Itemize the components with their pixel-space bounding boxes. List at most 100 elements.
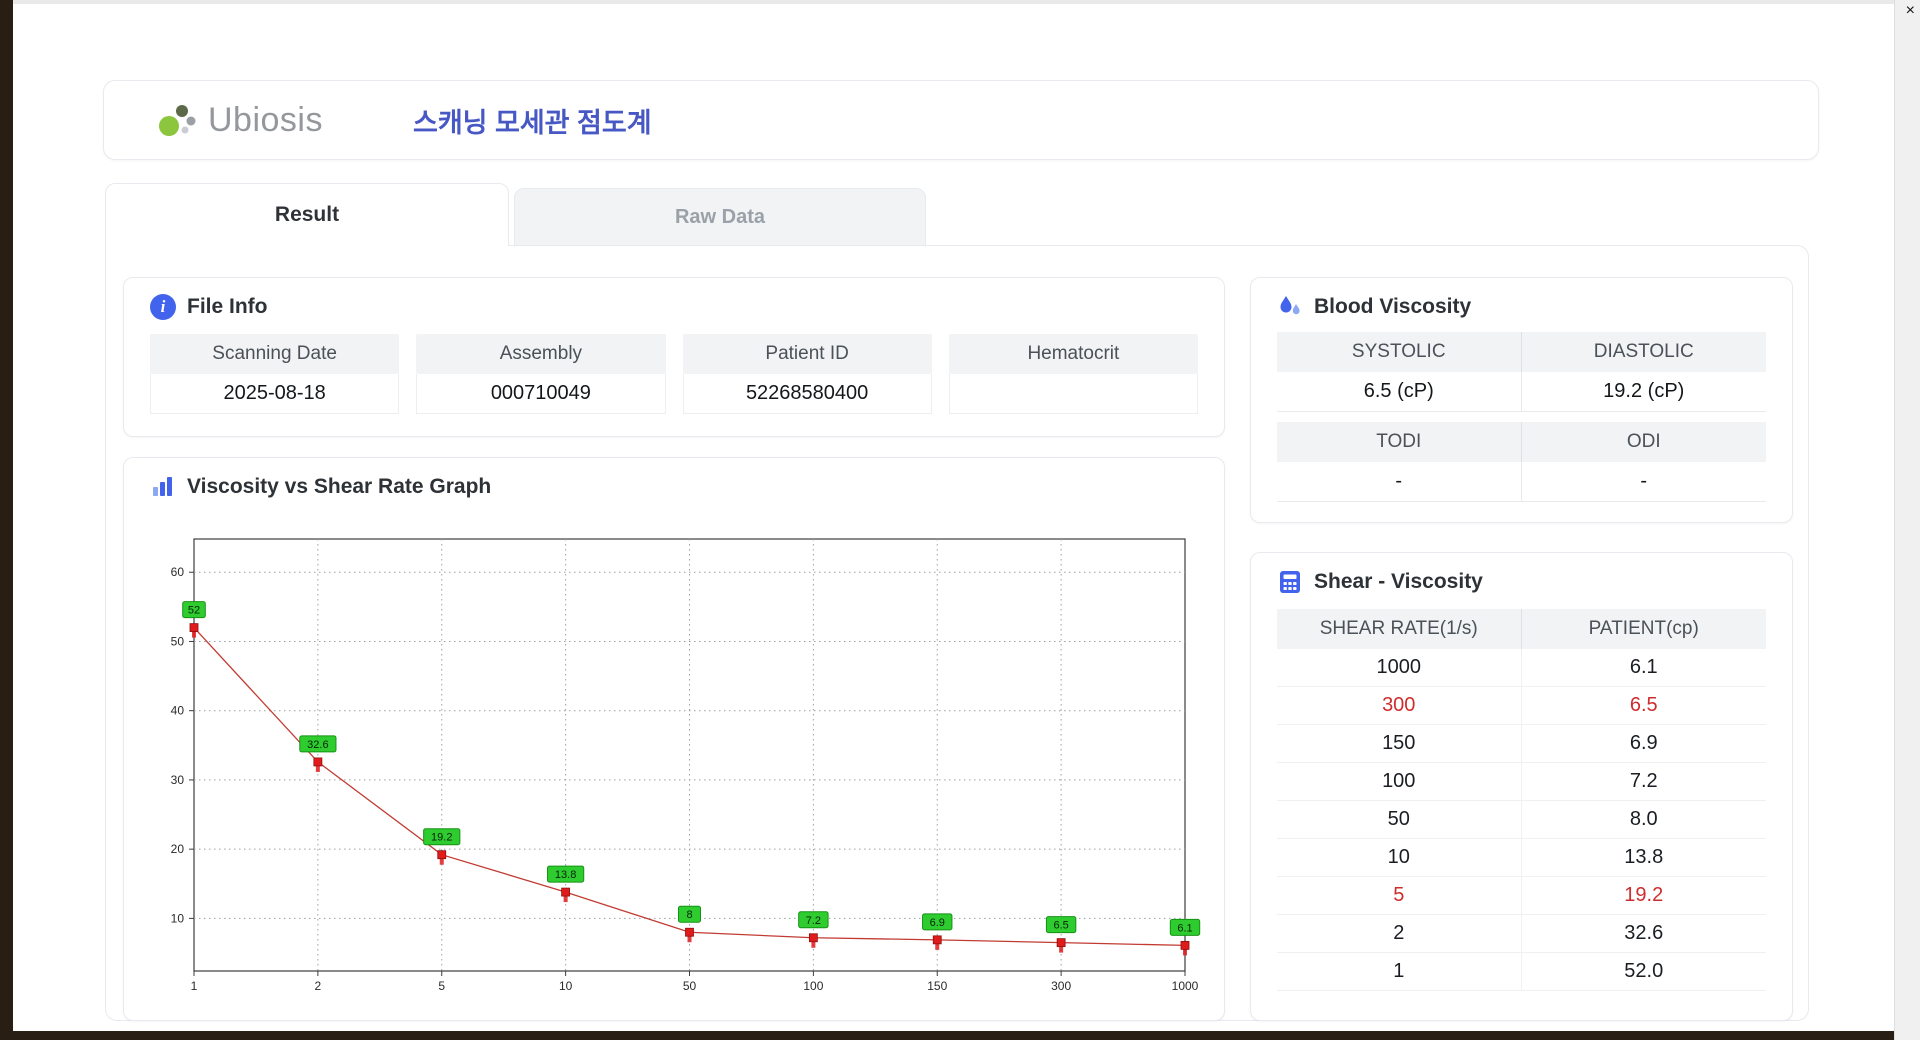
app-header: Ubiosis 스캐닝 모세관 점도계 bbox=[103, 80, 1819, 160]
file-info-fields: Scanning Date 2025-08-18 Assembly 000710… bbox=[150, 334, 1198, 414]
tab-result[interactable]: Result bbox=[105, 183, 509, 246]
page-title: 스캐닝 모세관 점도계 bbox=[412, 107, 652, 138]
tab-raw-data[interactable]: Raw Data bbox=[514, 188, 926, 245]
shear-viscosity-title-row: Shear - Viscosity bbox=[1251, 553, 1792, 603]
bv-value-todi: - bbox=[1277, 462, 1522, 501]
field-label: Assembly bbox=[416, 334, 666, 374]
bv-label-systolic: SYSTOLIC bbox=[1277, 332, 1522, 372]
svg-text:52: 52 bbox=[188, 605, 200, 617]
bv-label-diastolic: DIASTOLIC bbox=[1593, 341, 1694, 362]
svg-text:6.9: 6.9 bbox=[930, 917, 945, 929]
svg-text:50: 50 bbox=[171, 634, 185, 648]
cell-patient: 6.9 bbox=[1629, 732, 1658, 754]
shear-viscosity-title: Shear - Viscosity bbox=[1314, 570, 1483, 593]
cell-patient: 13.8 bbox=[1624, 846, 1664, 868]
cell-shear: 50 bbox=[1277, 801, 1522, 838]
cell-shear: 100 bbox=[1277, 763, 1522, 800]
blood-viscosity-title-row: Blood Viscosity bbox=[1251, 278, 1792, 328]
graph-title-row: Viscosity vs Shear Rate Graph bbox=[124, 458, 1224, 508]
window-edge-bottom bbox=[0, 1031, 1920, 1040]
svg-text:10: 10 bbox=[559, 979, 573, 993]
svg-text:32.6: 32.6 bbox=[307, 739, 328, 751]
shear-viscosity-table: SHEAR RATE(1/s) PATIENT(cp) 1000 6.1 300… bbox=[1277, 609, 1766, 991]
window-edge-left bbox=[0, 0, 13, 1040]
cell-shear: 1000 bbox=[1277, 649, 1522, 686]
cell-patient: 8.0 bbox=[1629, 808, 1658, 830]
table-row-highlighted: 5 19.2 bbox=[1277, 877, 1766, 915]
file-info-title: File Info bbox=[187, 295, 268, 318]
cell-shear: 150 bbox=[1277, 725, 1522, 762]
column-header-shear-rate: SHEAR RATE(1/s) bbox=[1277, 609, 1522, 649]
calculator-icon bbox=[1277, 569, 1303, 595]
field-label: Hematocrit bbox=[948, 334, 1198, 374]
field-scanning-date: Scanning Date 2025-08-18 bbox=[150, 334, 400, 414]
info-icon: i bbox=[150, 294, 176, 320]
field-label: Scanning Date bbox=[150, 334, 400, 374]
table-row: 10 13.8 bbox=[1277, 839, 1766, 877]
field-patient-id: Patient ID 52268580400 bbox=[682, 334, 932, 414]
table-row: 150 6.9 bbox=[1277, 725, 1766, 763]
cell-patient: 19.2 bbox=[1624, 884, 1664, 906]
tab-result-label: Result bbox=[274, 203, 340, 226]
cell-patient: 6.5 bbox=[1629, 694, 1658, 716]
brand-name: Ubiosis bbox=[208, 100, 323, 139]
table-header-row: SHEAR RATE(1/s) PATIENT(cp) bbox=[1277, 609, 1766, 649]
field-value: 2025-08-18 bbox=[150, 374, 400, 414]
svg-text:30: 30 bbox=[171, 773, 185, 787]
svg-text:10: 10 bbox=[171, 911, 185, 925]
bv-value-row: - - bbox=[1277, 462, 1766, 502]
svg-text:7.2: 7.2 bbox=[806, 915, 821, 927]
bv-header-row: SYSTOLIC DIASTOLIC bbox=[1277, 332, 1766, 372]
bv-value-row: 6.5 (cP) 19.2 (cP) bbox=[1277, 372, 1766, 412]
blood-viscosity-grid: SYSTOLIC DIASTOLIC 6.5 (cP) 19.2 (cP) TO… bbox=[1277, 332, 1766, 502]
field-value: 52268580400 bbox=[682, 374, 932, 414]
svg-text:60: 60 bbox=[171, 565, 185, 579]
table-row: 50 8.0 bbox=[1277, 801, 1766, 839]
viscosity-chart: 10 20 30 40 50 60 1 2 5 10 50 100 150 300 1000 52 32.6 19… bbox=[171, 538, 1201, 993]
bv-value-odi: - bbox=[1640, 470, 1648, 492]
logo-dots-icon bbox=[156, 98, 200, 142]
svg-text:20: 20 bbox=[171, 842, 185, 856]
table-row: 1 52.0 bbox=[1277, 953, 1766, 991]
table-row: 1000 6.1 bbox=[1277, 649, 1766, 687]
cell-shear: 300 bbox=[1277, 687, 1522, 724]
field-value bbox=[948, 374, 1198, 414]
file-info-title-row: i File Info bbox=[124, 278, 1224, 328]
close-button[interactable]: × bbox=[1906, 3, 1915, 19]
cell-shear: 5 bbox=[1277, 877, 1522, 914]
graph-card: Viscosity vs Shear Rate Graph 10 20 30 40 50… bbox=[123, 457, 1225, 1021]
bv-value-diastolic: 19.2 (cP) bbox=[1603, 380, 1685, 402]
svg-text:6.5: 6.5 bbox=[1053, 920, 1068, 932]
ubiosis-logo: Ubiosis bbox=[156, 98, 323, 142]
svg-text:2: 2 bbox=[315, 979, 322, 993]
table-row-highlighted: 300 6.5 bbox=[1277, 687, 1766, 725]
svg-text:19.2: 19.2 bbox=[431, 832, 452, 844]
blood-viscosity-card: Blood Viscosity SYSTOLIC DIASTOLIC 6.5 (… bbox=[1250, 277, 1793, 523]
column-header-patient: PATIENT(cp) bbox=[1588, 618, 1699, 639]
content-panel: i File Info Scanning Date 2025-08-18 Ass… bbox=[105, 245, 1809, 1021]
svg-text:40: 40 bbox=[171, 704, 185, 718]
svg-text:50: 50 bbox=[683, 979, 697, 993]
tab-raw-data-label: Raw Data bbox=[674, 205, 766, 228]
droplets-icon bbox=[1277, 294, 1303, 320]
graph-title: Viscosity vs Shear Rate Graph bbox=[187, 475, 492, 498]
bv-value-systolic: 6.5 (cP) bbox=[1277, 372, 1522, 411]
svg-text:300: 300 bbox=[1051, 979, 1071, 993]
field-value: 000710049 bbox=[416, 374, 666, 414]
cell-shear: 1 bbox=[1277, 953, 1522, 990]
svg-text:1: 1 bbox=[191, 979, 198, 993]
field-hematocrit: Hematocrit bbox=[948, 334, 1198, 414]
bv-label-todi: TODI bbox=[1277, 422, 1522, 462]
svg-text:8: 8 bbox=[686, 909, 692, 921]
svg-text:100: 100 bbox=[803, 979, 823, 993]
bar-chart-icon bbox=[150, 474, 176, 500]
svg-text:13.8: 13.8 bbox=[555, 869, 576, 881]
svg-text:6.1: 6.1 bbox=[1177, 922, 1192, 934]
cell-patient: 7.2 bbox=[1629, 770, 1658, 792]
cell-patient: 52.0 bbox=[1624, 960, 1664, 982]
window-edge-top bbox=[13, 0, 1920, 4]
cell-patient: 6.1 bbox=[1629, 656, 1658, 678]
scrollbar-strip[interactable] bbox=[1894, 0, 1920, 1040]
shear-viscosity-card: Shear - Viscosity SHEAR RATE(1/s) PATIEN… bbox=[1250, 552, 1793, 1021]
table-row: 100 7.2 bbox=[1277, 763, 1766, 801]
